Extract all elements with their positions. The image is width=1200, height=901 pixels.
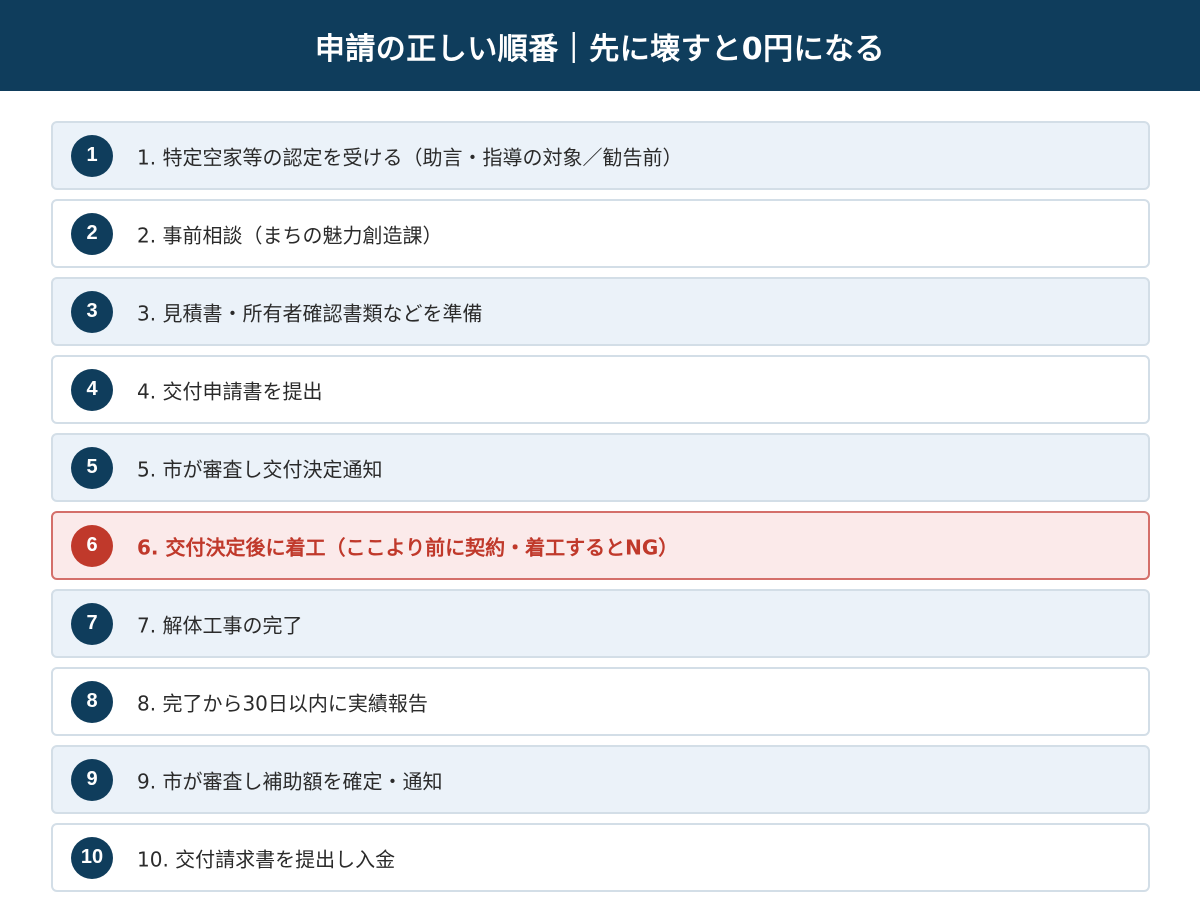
step-number-badge-warning: 6 <box>71 524 113 567</box>
step-number-badge: 4 <box>71 368 113 411</box>
step-row-7: 7 7. 解体工事の完了 <box>51 589 1150 658</box>
step-label: 8. 完了から30日以内に実績報告 <box>137 691 428 715</box>
step-row-1: 1 1. 特定空家等の認定を受ける（助言・指導の対象／勧告前） <box>51 121 1150 190</box>
step-label: 10. 交付請求書を提出し入金 <box>137 847 396 871</box>
step-number-badge: 2 <box>71 212 113 255</box>
step-label: 3. 見積書・所有者確認書類などを準備 <box>137 301 483 325</box>
step-row-6-warning: 6 6. 交付決定後に着工（ここより前に契約・着工するとNG） <box>51 511 1150 580</box>
page-title: 申請の正しい順番｜先に壊すと0円になる <box>314 31 886 67</box>
step-number-badge: 5 <box>71 446 113 489</box>
step-label: 5. 市が審査し交付決定通知 <box>137 457 383 481</box>
step-number-badge: 3 <box>71 290 113 333</box>
step-label: 7. 解体工事の完了 <box>137 613 303 637</box>
step-label: 1. 特定空家等の認定を受ける（助言・指導の対象／勧告前） <box>137 145 683 169</box>
step-label: 9. 市が審査し補助額を確定・通知 <box>137 769 443 793</box>
step-row-10: 10 10. 交付請求書を提出し入金 <box>51 823 1150 892</box>
step-number-badge: 7 <box>71 602 113 645</box>
step-row-3: 3 3. 見積書・所有者確認書類などを準備 <box>51 277 1150 346</box>
step-label: 2. 事前相談（まちの魅力創造課） <box>137 223 443 247</box>
step-label: 4. 交付申請書を提出 <box>137 379 323 403</box>
step-number-badge: 8 <box>71 680 113 723</box>
step-number-badge: 1 <box>71 134 113 177</box>
step-row-4: 4 4. 交付申請書を提出 <box>51 355 1150 424</box>
step-row-5: 5 5. 市が審査し交付決定通知 <box>51 433 1150 502</box>
step-row-2: 2 2. 事前相談（まちの魅力創造課） <box>51 199 1150 268</box>
step-number-badge: 10 <box>71 836 113 879</box>
steps-list: 1 1. 特定空家等の認定を受ける（助言・指導の対象／勧告前） 2 2. 事前相… <box>51 121 1150 901</box>
step-row-9: 9 9. 市が審査し補助額を確定・通知 <box>51 745 1150 814</box>
header-bar: 申請の正しい順番｜先に壊すと0円になる <box>0 0 1200 91</box>
step-number-badge: 9 <box>71 758 113 801</box>
step-row-8: 8 8. 完了から30日以内に実績報告 <box>51 667 1150 736</box>
step-label-warning: 6. 交付決定後に着工（ここより前に契約・着工するとNG） <box>137 535 679 559</box>
